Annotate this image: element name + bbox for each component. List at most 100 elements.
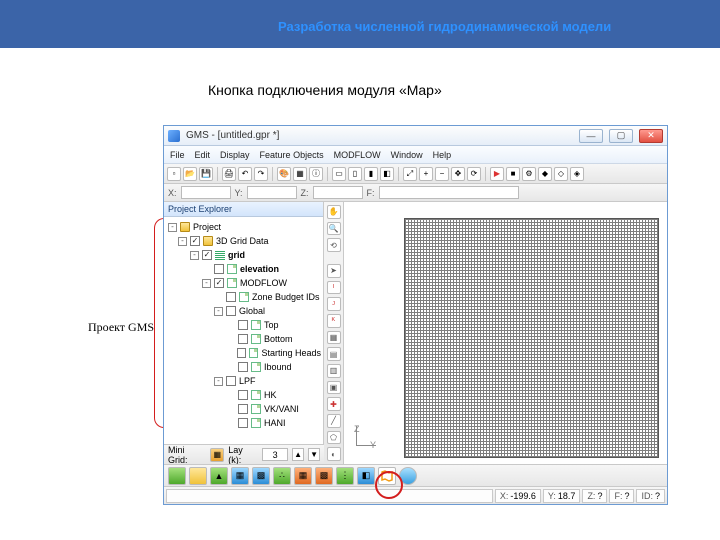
menu-modflow[interactable]: MODFLOW — [334, 150, 381, 160]
expander-icon[interactable]: - — [178, 237, 187, 246]
checkbox[interactable] — [214, 264, 224, 274]
checkbox[interactable] — [226, 376, 236, 386]
module-tin-icon[interactable] — [168, 467, 186, 485]
v-poly-icon[interactable]: ⬠ — [327, 431, 341, 445]
checkbox[interactable] — [214, 278, 224, 288]
tree-node[interactable]: -Project — [166, 220, 321, 234]
title-bar[interactable]: GMS - [untitled.gpr *] — ▢ ✕ — [164, 126, 667, 146]
checkbox[interactable] — [238, 418, 248, 428]
v-select-k-icon[interactable]: ᴷ — [327, 314, 341, 328]
menu-feature-objects[interactable]: Feature Objects — [260, 150, 324, 160]
mini-grid-icon[interactable]: ▦ — [210, 448, 224, 462]
tree-node[interactable]: elevation — [166, 262, 321, 276]
v-select-i-icon[interactable]: ᴵ — [327, 281, 341, 295]
project-tree[interactable]: -Project-3D Grid Data-gridelevation-MODF… — [164, 217, 323, 444]
minimize-button[interactable]: — — [579, 129, 603, 143]
v-rotate-icon[interactable]: ⟲ — [327, 238, 341, 252]
expander-icon[interactable]: - — [214, 307, 223, 316]
stop-icon[interactable]: ■ — [506, 167, 520, 181]
tree-node[interactable]: HANI — [166, 416, 321, 430]
info-icon[interactable]: ⓘ — [309, 167, 323, 181]
checkbox[interactable] — [190, 236, 200, 246]
tree-node[interactable]: Top — [166, 318, 321, 332]
checkbox[interactable] — [202, 250, 212, 260]
v-tool-icon[interactable]: ◐ — [327, 447, 341, 461]
coord-x-input[interactable] — [181, 186, 231, 199]
module-2dscatter-icon[interactable]: ∴ — [273, 467, 291, 485]
view-oblique-icon[interactable]: ◧ — [380, 167, 394, 181]
module-2dgrid-icon[interactable]: ▩ — [252, 467, 270, 485]
tree-node[interactable]: -grid — [166, 248, 321, 262]
tool-icon[interactable]: ▦ — [293, 167, 307, 181]
module-solids-icon[interactable]: ▲ — [210, 467, 228, 485]
undo-icon[interactable]: ↶ — [238, 167, 252, 181]
tree-node[interactable]: -3D Grid Data — [166, 234, 321, 248]
checkbox[interactable] — [238, 390, 248, 400]
v-select-icon[interactable]: ➤ — [327, 264, 341, 278]
checkbox[interactable] — [226, 306, 236, 316]
tree-node[interactable]: -MODFLOW — [166, 276, 321, 290]
menu-window[interactable]: Window — [391, 150, 423, 160]
zoom-out-icon[interactable]: − — [435, 167, 449, 181]
v-zoom-icon[interactable]: 🔍 — [327, 222, 341, 236]
canvas-viewport[interactable]: Z Y — [344, 202, 667, 464]
tree-node[interactable]: -Global — [166, 304, 321, 318]
lay-up-button[interactable]: ▲ — [292, 448, 304, 461]
tool-a-icon[interactable]: ◆ — [538, 167, 552, 181]
checkbox[interactable] — [238, 404, 248, 414]
close-button[interactable]: ✕ — [639, 129, 663, 143]
v-select-col-icon[interactable]: ▥ — [327, 364, 341, 378]
module-2dmesh-icon[interactable]: ▦ — [231, 467, 249, 485]
tool-b-icon[interactable]: ◇ — [554, 167, 568, 181]
refresh-icon[interactable]: ⟳ — [467, 167, 481, 181]
tree-node[interactable]: HK — [166, 388, 321, 402]
run-icon[interactable]: ▶ — [490, 167, 504, 181]
maximize-button[interactable]: ▢ — [609, 129, 633, 143]
expander-icon[interactable]: - — [168, 223, 177, 232]
v-hand-icon[interactable]: ✋ — [327, 205, 341, 219]
checkbox[interactable] — [238, 334, 248, 344]
checkbox[interactable] — [238, 362, 248, 372]
v-select-cell-icon[interactable]: ▦ — [327, 331, 341, 345]
print-icon[interactable]: 🖨 — [222, 167, 236, 181]
open-icon[interactable]: 📂 — [183, 167, 197, 181]
expander-icon[interactable]: - — [202, 279, 211, 288]
zoom-in-icon[interactable]: + — [419, 167, 433, 181]
tree-node[interactable]: Starting Heads — [166, 346, 321, 360]
redo-icon[interactable]: ↷ — [254, 167, 268, 181]
checkbox[interactable] — [237, 348, 246, 358]
menu-display[interactable]: Display — [220, 150, 250, 160]
checkbox[interactable] — [238, 320, 248, 330]
tree-node[interactable]: Ibound — [166, 360, 321, 374]
menu-edit[interactable]: Edit — [195, 150, 211, 160]
tool-c-icon[interactable]: ◈ — [570, 167, 584, 181]
v-point-icon[interactable]: ✚ — [327, 397, 341, 411]
expander-icon[interactable]: - — [214, 377, 223, 386]
tree-node[interactable]: VK/VANI — [166, 402, 321, 416]
lay-down-button[interactable]: ▼ — [308, 448, 320, 461]
v-line-icon[interactable]: ╱ — [327, 414, 341, 428]
new-icon[interactable]: ▫ — [167, 167, 181, 181]
palette-icon[interactable]: 🎨 — [277, 167, 291, 181]
view-side-icon[interactable]: ▮ — [364, 167, 378, 181]
view-plan-icon[interactable]: ▭ — [332, 167, 346, 181]
pan-icon[interactable]: ✥ — [451, 167, 465, 181]
module-ugrid-icon[interactable]: ◧ — [357, 467, 375, 485]
module-3dmesh-icon[interactable]: ▦ — [294, 467, 312, 485]
module-3dgrid-icon[interactable]: ▩ — [315, 467, 333, 485]
v-select-layer-icon[interactable]: ▣ — [327, 381, 341, 395]
tree-node[interactable]: Bottom — [166, 332, 321, 346]
coord-z-input[interactable] — [313, 186, 363, 199]
v-select-row-icon[interactable]: ▤ — [327, 347, 341, 361]
tree-node[interactable]: Zone Budget IDs — [166, 290, 321, 304]
settings-icon[interactable]: ⚙ — [522, 167, 536, 181]
module-borehole-icon[interactable] — [189, 467, 207, 485]
menu-help[interactable]: Help — [433, 150, 452, 160]
coord-y-input[interactable] — [247, 186, 297, 199]
coord-f-input[interactable] — [379, 186, 519, 199]
lay-input[interactable] — [262, 448, 288, 461]
zoom-fit-icon[interactable]: ⤢ — [403, 167, 417, 181]
save-icon[interactable]: 💾 — [199, 167, 213, 181]
checkbox[interactable] — [226, 292, 236, 302]
view-front-icon[interactable]: ▯ — [348, 167, 362, 181]
